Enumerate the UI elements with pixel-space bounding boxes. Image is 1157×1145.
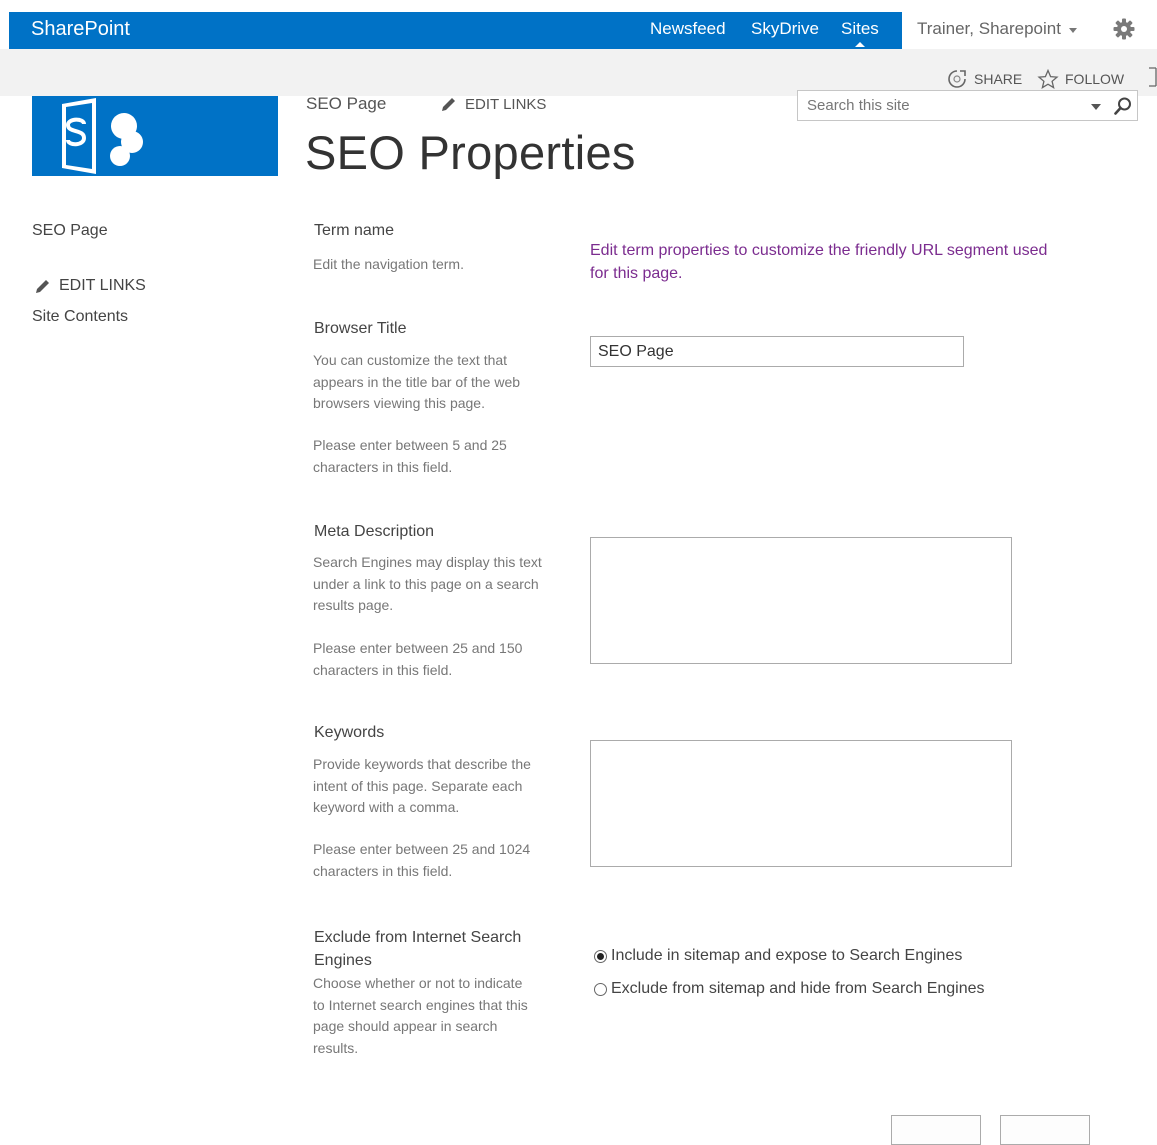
leftnav-edit-links[interactable]: EDIT LINKS	[34, 277, 146, 295]
term-name-description: Edit the navigation term.	[313, 256, 464, 272]
meta-description-description: Search Engines may display this text und…	[313, 554, 542, 613]
leftnav-edit-links-label: EDIT LINKS	[59, 277, 146, 294]
leftnav-item-site-contents[interactable]: Site Contents	[32, 308, 128, 326]
sharepoint-logo-icon	[62, 98, 143, 174]
meta-description-title: Meta Description	[314, 523, 435, 540]
pencil-icon	[442, 98, 455, 111]
suite-bar: SharePoint Newsfeed SkyDrive Sites Train…	[9, 12, 1157, 49]
search-icon[interactable]	[1113, 96, 1133, 116]
page-title: SEO Properties	[305, 126, 636, 179]
keywords-hint: Please enter between 25 and 1024 charact…	[313, 841, 531, 879]
browser-title-description: You can customize the text that appears …	[313, 352, 521, 411]
search-box	[797, 90, 1138, 121]
exclude-sitemap-label: Exclude from sitemap and hide from Searc…	[611, 980, 985, 997]
keywords-title: Keywords	[314, 724, 385, 741]
include-sitemap-label: Include in sitemap and expose to Search …	[611, 947, 963, 964]
leftnav-item-seo-page[interactable]: SEO Page	[32, 222, 108, 240]
meta-description-textarea[interactable]	[590, 537, 1012, 664]
ok-button[interactable]	[891, 1115, 981, 1145]
exclude-sitemap-radio[interactable]	[594, 982, 607, 996]
topnav-edit-links[interactable]: EDIT LINKS	[440, 96, 546, 113]
suite-link-skydrive[interactable]: SkyDrive	[751, 19, 819, 39]
suite-link-sites[interactable]: Sites	[841, 19, 879, 47]
share-label: SHARE	[974, 71, 1023, 87]
cancel-button[interactable]	[1000, 1115, 1090, 1145]
chevron-down-icon[interactable]	[1069, 28, 1077, 33]
user-area: Trainer, Sharepoint	[902, 12, 1157, 49]
exclude-description: Choose whether or not to indicate to Int…	[313, 975, 528, 1056]
edit-term-properties-link[interactable]: Edit term properties to customize the fr…	[590, 239, 1070, 285]
focus-icon[interactable]	[1148, 67, 1157, 87]
browser-title-title: Browser Title	[314, 320, 407, 337]
brand-link[interactable]: SharePoint	[31, 18, 130, 41]
include-sitemap-radio[interactable]	[594, 949, 607, 963]
keywords-description: Provide keywords that describe the inten…	[313, 756, 531, 815]
keywords-textarea[interactable]	[590, 740, 1012, 867]
browser-title-hint: Please enter between 5 and 25 characters…	[313, 437, 507, 475]
gear-icon[interactable]	[1112, 17, 1136, 41]
include-sitemap-option[interactable]: Include in sitemap and expose to Search …	[594, 947, 962, 965]
follow-label: FOLLOW	[1065, 71, 1125, 87]
topnav-seo-page[interactable]: SEO Page	[306, 94, 386, 114]
ribbon-bar: SHARE FOLLOW	[0, 49, 1157, 96]
follow-button[interactable]: FOLLOW	[1037, 69, 1124, 89]
search-scope-dropdown-icon[interactable]	[1091, 104, 1101, 110]
browser-title-input[interactable]	[590, 336, 964, 367]
exclude-sitemap-option[interactable]: Exclude from sitemap and hide from Searc…	[594, 980, 985, 998]
search-input[interactable]	[805, 96, 1079, 115]
share-icon	[948, 70, 966, 88]
site-logo[interactable]	[32, 96, 278, 176]
term-name-title: Term name	[314, 222, 395, 239]
user-menu[interactable]: Trainer, Sharepoint	[917, 19, 1061, 39]
pencil-icon	[36, 279, 49, 293]
suite-link-newsfeed[interactable]: Newsfeed	[650, 19, 726, 39]
share-button[interactable]: SHARE	[946, 69, 1022, 89]
topnav-edit-links-label: EDIT LINKS	[465, 96, 547, 113]
star-icon	[1037, 69, 1059, 89]
exclude-title: Exclude from Internet Search Engines	[314, 929, 522, 969]
meta-description-hint: Please enter between 25 and 150 characte…	[313, 640, 523, 678]
